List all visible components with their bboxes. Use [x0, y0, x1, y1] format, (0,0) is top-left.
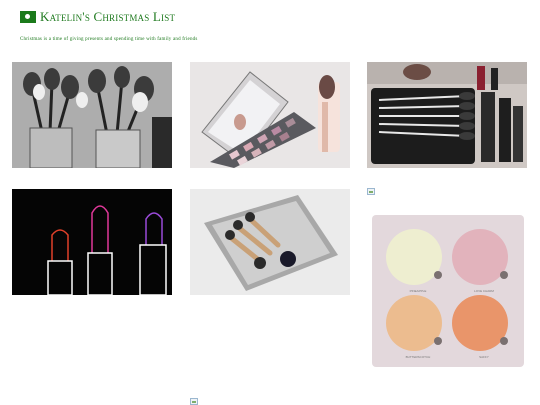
neon-lipsticks-image [12, 189, 172, 295]
brand: Katelin's Christmas List [20, 9, 198, 25]
neon-lipsticks-illustration [12, 189, 172, 295]
broken-image-icon [190, 398, 198, 405]
eyeshadow-palette-illustration [190, 62, 350, 168]
makeup-brushes-in-cups-image [12, 62, 172, 168]
page-header: Katelin's Christmas List Christmas is a … [20, 9, 198, 42]
brush-tray-illustration [190, 189, 350, 295]
photo-icon [20, 11, 36, 23]
pan-label-4: SAFFY [479, 355, 489, 359]
brush-roll-illustration [367, 62, 527, 168]
eyeshadow-palette-mirror-image [190, 62, 350, 168]
pan-label-2: LOVE CHARM [474, 289, 494, 293]
broken-image-icon [367, 188, 375, 195]
page-title: Katelin's Christmas List [40, 9, 176, 24]
brush-set-tray-image [190, 189, 350, 295]
highlighter-palette-image: PINEAPPLE LOVE CHARM BUTTERSCOTCH SAFFY [370, 213, 526, 371]
makeup-brushes-illustration [12, 62, 172, 168]
page-tagline: Christmas is a time of giving presents a… [20, 37, 198, 42]
brush-roll-case-image [367, 62, 527, 168]
pan-label-1: PINEAPPLE [409, 289, 427, 293]
pan-label-3: BUTTERSCOTCH [405, 355, 431, 359]
